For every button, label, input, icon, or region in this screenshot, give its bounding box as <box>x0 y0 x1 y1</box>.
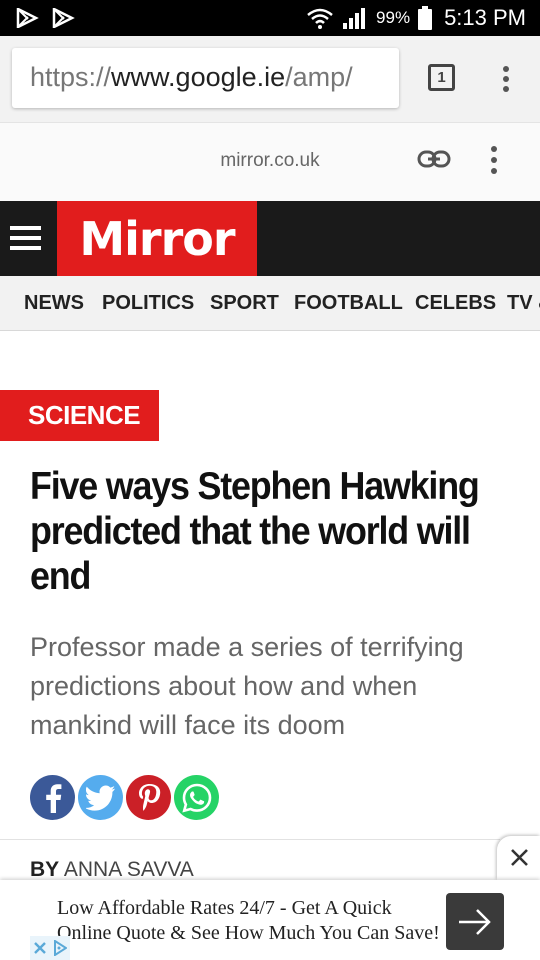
link-icon[interactable] <box>417 149 451 169</box>
arrow-right-icon <box>459 908 491 935</box>
status-bar: 99% 5:13 PM <box>0 0 540 36</box>
pinterest-icon <box>138 783 160 811</box>
site-header: Mirror <box>0 201 540 276</box>
url-domain: www.google.ie <box>111 62 286 92</box>
ad-line-2: Online Quote & See How Much You Can Save… <box>57 922 440 944</box>
notification-icons <box>16 8 76 28</box>
ad-cta-button[interactable] <box>446 893 504 950</box>
byline-prefix: BY <box>30 858 60 881</box>
pinterest-share-button[interactable] <box>126 775 171 820</box>
tab-switcher-button[interactable]: 1 <box>428 64 455 91</box>
play-store-icon-2 <box>52 8 75 28</box>
play-store-icon <box>16 8 39 28</box>
address-bar[interactable]: https://www.google.ie/amp/ <box>12 48 399 108</box>
byline: BY ANNA SAVVA <box>30 858 194 882</box>
close-icon <box>511 849 528 866</box>
whatsapp-share-button[interactable] <box>174 775 219 820</box>
adchoices-badge[interactable] <box>30 936 70 960</box>
nav-item-sport[interactable]: SPORT <box>210 292 279 315</box>
battery-percent: 99% <box>376 8 411 27</box>
menu-dot-icon <box>491 168 497 174</box>
hamburger-menu-icon[interactable] <box>10 226 41 250</box>
amp-source-domain[interactable]: mirror.co.uk <box>0 150 540 172</box>
menu-dot-icon <box>491 146 497 152</box>
nav-item-celebs[interactable]: CELEBS <box>415 292 496 315</box>
ad-close-button[interactable] <box>497 836 540 880</box>
ad-close-x-icon <box>30 936 50 960</box>
section-nav: NEWS POLITICS SPORT FOOTBALL CELEBS TV & <box>0 276 540 331</box>
ad-text[interactable]: Low Affordable Rates 24/7 - Get A Quick … <box>57 896 442 946</box>
nav-item-football[interactable]: FOOTBALL <box>294 292 403 315</box>
facebook-icon <box>45 783 61 813</box>
battery-icon <box>418 6 433 30</box>
adchoices-icon <box>50 936 70 960</box>
article-headline: Five ways Stephen Hawking predicted that… <box>30 465 480 598</box>
article-standfirst: Professor made a series of terrifying pr… <box>30 632 464 740</box>
ad-line-1: Low Affordable Rates 24/7 - Get A Quick <box>57 897 392 919</box>
share-buttons <box>30 775 219 821</box>
facebook-share-button[interactable] <box>30 775 75 820</box>
menu-dot-icon <box>503 86 509 92</box>
nav-item-politics[interactable]: POLITICS <box>102 292 194 315</box>
amp-viewer-header: mirror.co.uk <box>0 122 540 201</box>
nav-item-news[interactable]: NEWS <box>24 292 84 315</box>
menu-dot-icon <box>503 76 509 82</box>
signal-icon <box>343 8 366 29</box>
browser-menu-button[interactable] <box>492 64 520 94</box>
nav-item-tv[interactable]: TV & <box>507 292 540 315</box>
browser-toolbar: https://www.google.ie/amp/ 1 <box>0 36 540 122</box>
section-tag[interactable]: SCIENCE <box>0 390 159 441</box>
site-logo[interactable]: Mirror <box>57 201 257 276</box>
whatsapp-icon <box>181 783 211 813</box>
wifi-icon <box>307 8 333 29</box>
clock: 5:13 PM <box>444 5 526 30</box>
twitter-share-button[interactable] <box>78 775 123 820</box>
twitter-icon <box>85 785 115 811</box>
author-name[interactable]: ANNA SAVVA <box>64 858 194 881</box>
url-scheme: https:// <box>30 62 112 92</box>
menu-dot-icon <box>503 66 509 72</box>
divider <box>0 839 500 840</box>
menu-dot-icon <box>491 157 497 163</box>
amp-menu-button[interactable] <box>480 143 508 177</box>
url-path: /amp/ <box>285 62 353 92</box>
ad-banner[interactable]: Low Affordable Rates 24/7 - Get A Quick … <box>0 880 540 960</box>
